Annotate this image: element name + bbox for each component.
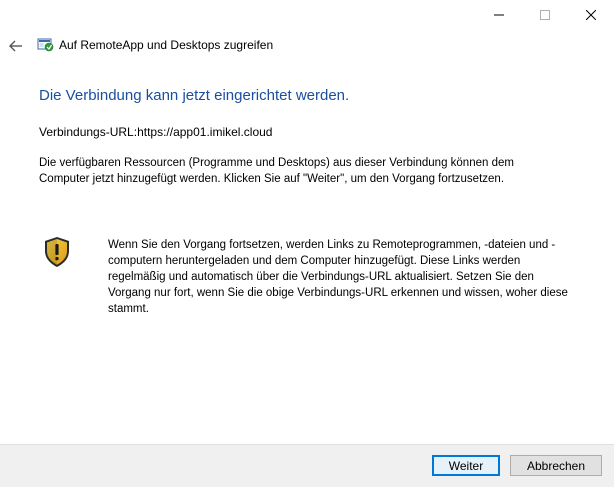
back-arrow-icon	[9, 40, 22, 52]
close-icon	[586, 10, 596, 20]
remoteapp-icon	[37, 38, 54, 52]
url-value: https://app01.imikel.cloud	[137, 125, 273, 139]
connection-url-line: Verbindungs-URL:https://app01.imikel.clo…	[39, 125, 272, 139]
cancel-button[interactable]: Abbrechen	[510, 455, 602, 476]
security-shield-icon	[45, 237, 69, 267]
description-text: Die verfügbaren Ressourcen (Programme un…	[39, 157, 514, 185]
minimize-icon	[494, 14, 504, 16]
close-button[interactable]	[568, 0, 614, 30]
next-button[interactable]: Weiter	[432, 455, 500, 476]
maximize-button[interactable]	[522, 0, 568, 30]
security-warning-text: Wenn Sie den Vorgang fortsetzen, werden …	[108, 239, 568, 315]
url-label: Verbindungs-URL:	[39, 125, 138, 139]
window-title: Auf RemoteApp und Desktops zugreifen	[59, 38, 274, 52]
back-button[interactable]	[4, 34, 28, 58]
button-bar: Weiter Abbrechen	[0, 444, 614, 487]
minimize-button[interactable]	[476, 0, 522, 30]
maximize-icon	[540, 10, 550, 20]
page-heading: Die Verbindung kann jetzt eingerichtet w…	[39, 87, 350, 104]
